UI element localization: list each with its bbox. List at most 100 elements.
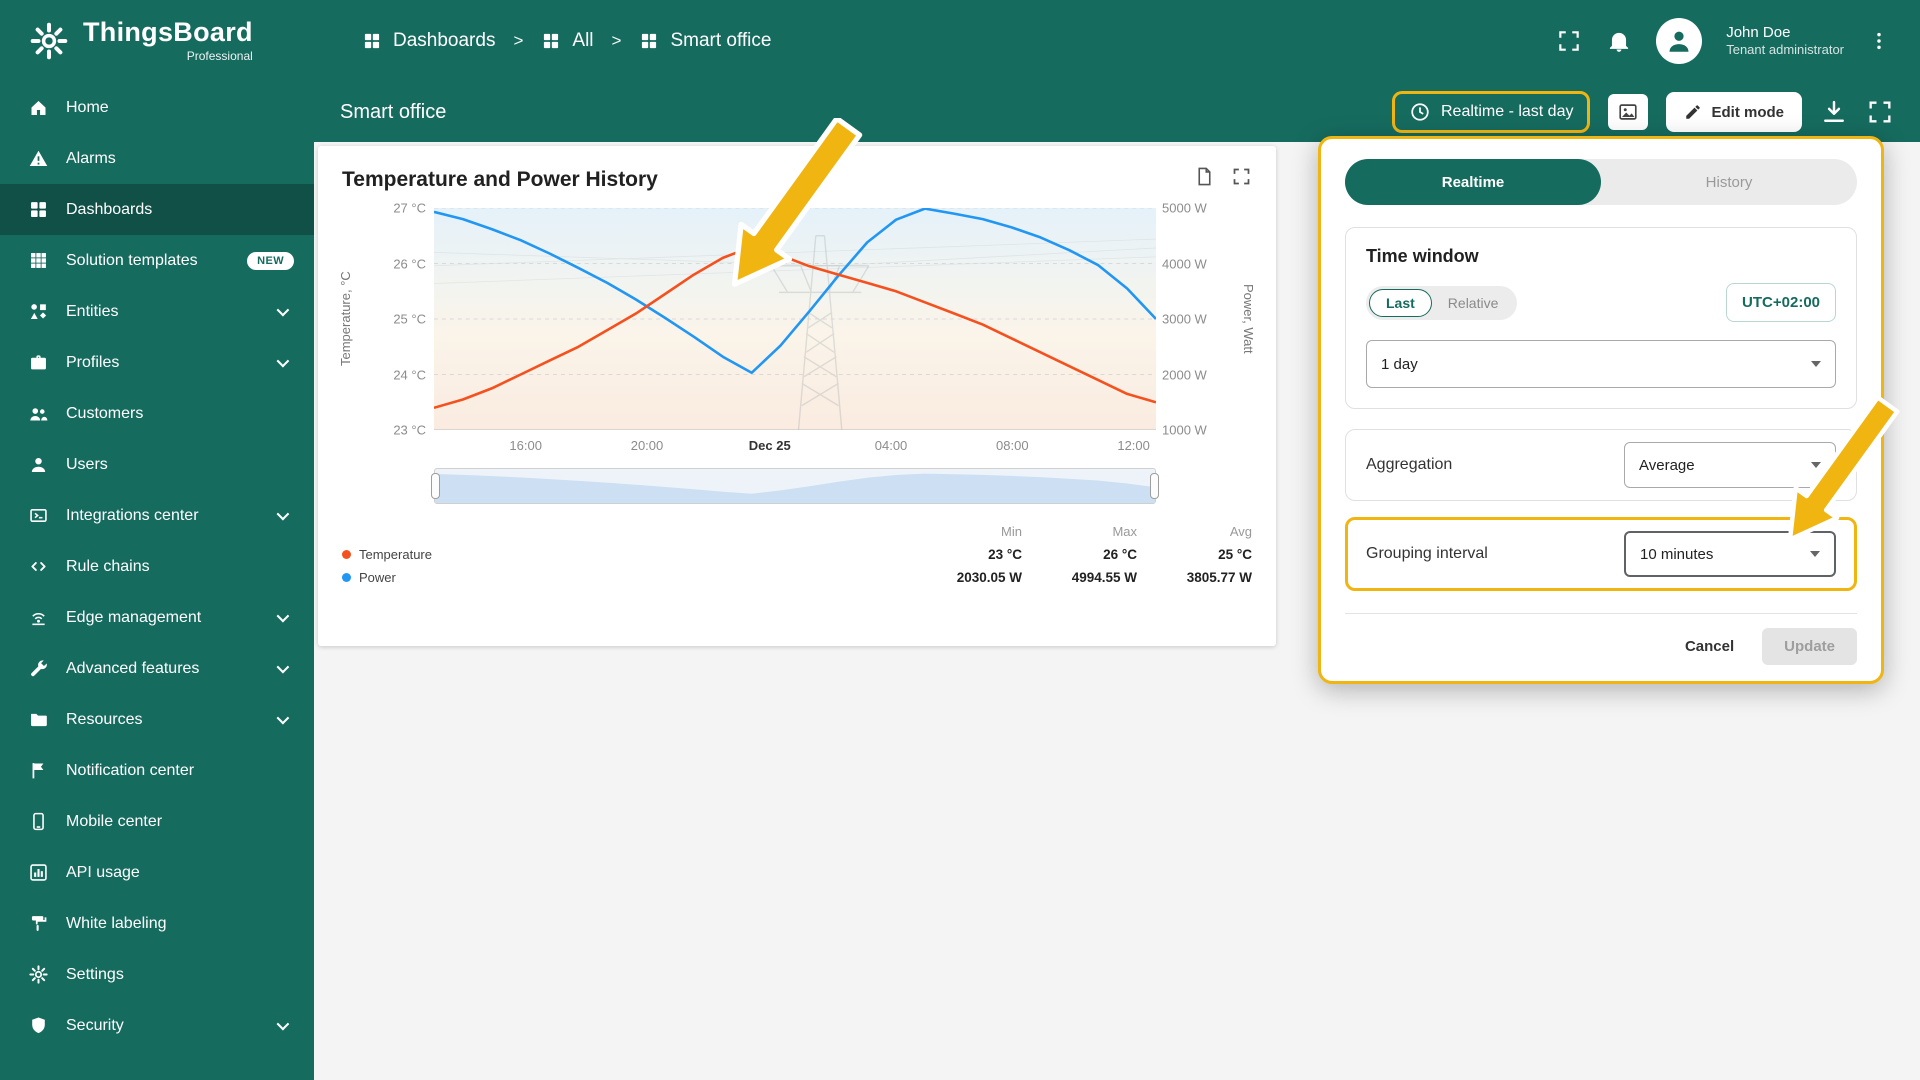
- sidebar-item-alarms[interactable]: Alarms: [0, 133, 314, 184]
- sidebar-item-home[interactable]: Home: [0, 82, 314, 133]
- edit-mode-label: Edit mode: [1711, 103, 1784, 121]
- sidebar-item-profiles[interactable]: Profiles: [0, 337, 314, 388]
- edge-management-icon: [28, 607, 49, 628]
- notifications-bell-icon[interactable]: [1606, 28, 1632, 54]
- toggle-relative[interactable]: Relative: [1432, 289, 1515, 317]
- sidebar-item-label: Home: [66, 98, 109, 116]
- toggle-last[interactable]: Last: [1369, 288, 1432, 317]
- aggregation-label: Aggregation: [1366, 456, 1453, 473]
- sidebar-item-resources[interactable]: Resources: [0, 694, 314, 745]
- sidebar-item-notification-center[interactable]: Notification center: [0, 745, 314, 796]
- tab-history[interactable]: History: [1601, 159, 1857, 205]
- breadcrumb-item-smart-office[interactable]: Smart office: [639, 30, 771, 52]
- range-handle-right[interactable]: [1150, 473, 1159, 499]
- power-avg-value: 3805.77 W: [1186, 570, 1252, 585]
- dashboard-image-button[interactable]: [1608, 94, 1649, 130]
- chevron-down-icon: [276, 609, 290, 623]
- integrations-icon: [28, 505, 49, 526]
- fullscreen-icon[interactable]: [1866, 98, 1894, 126]
- breadcrumb-item-dashboards[interactable]: Dashboards: [362, 30, 495, 52]
- api-usage-icon: [28, 862, 49, 883]
- breadcrumb-separator: >: [611, 31, 622, 50]
- clock-icon: [1409, 101, 1431, 123]
- temperature-max-value: 26 °C: [1103, 547, 1137, 562]
- chart-plot[interactable]: [434, 208, 1156, 430]
- sidebar-item-rule-chains[interactable]: Rule chains: [0, 541, 314, 592]
- legend-label: Power: [359, 570, 396, 585]
- white-labeling-icon: [28, 913, 49, 934]
- timewindow-tabs: Realtime History: [1345, 159, 1857, 205]
- sidebar-item-api-usage[interactable]: API usage: [0, 847, 314, 898]
- time-window-section: Time window Last Relative UTC+02:00 1 da…: [1345, 227, 1857, 409]
- breadcrumb-label: Smart office: [670, 30, 772, 51]
- entities-icon: [28, 301, 49, 322]
- alarm-icon: [28, 148, 49, 169]
- edit-mode-button[interactable]: Edit mode: [1666, 92, 1802, 132]
- cancel-button[interactable]: Cancel: [1667, 628, 1752, 665]
- sidebar-item-dashboards[interactable]: Dashboards: [0, 184, 314, 235]
- sidebar-item-white-labeling[interactable]: White labeling: [0, 898, 314, 949]
- home-icon: [28, 97, 49, 118]
- avatar[interactable]: [1656, 18, 1703, 64]
- aggregation-select[interactable]: Average: [1624, 442, 1836, 488]
- breadcrumb: Dashboards > All > Smart office: [362, 30, 771, 52]
- sidebar-item-solution-templates[interactable]: Solution templates NEW: [0, 235, 314, 286]
- power-min-value: 2030.05 W: [956, 570, 1022, 585]
- solution-templates-icon: [28, 250, 49, 271]
- chevron-down-icon: [276, 303, 290, 317]
- timewindow-panel: Realtime History Time window Last Relati…: [1318, 136, 1884, 684]
- user-name: John Doe: [1726, 23, 1791, 41]
- user-info[interactable]: John Doe Tenant administrator: [1726, 23, 1844, 59]
- sidebar-item-users[interactable]: Users: [0, 439, 314, 490]
- sidebar-item-customers[interactable]: Customers: [0, 388, 314, 439]
- logo-title: ThingsBoard: [83, 17, 253, 47]
- breadcrumb-item-all[interactable]: All: [541, 30, 594, 52]
- sidebar-item-security[interactable]: Security: [0, 1000, 314, 1051]
- time-window-title: Time window: [1366, 246, 1479, 266]
- sidebar-item-integrations-center[interactable]: Integrations center: [0, 490, 314, 541]
- timewindow-button[interactable]: Realtime - last day: [1391, 91, 1591, 133]
- export-file-icon[interactable]: [1194, 166, 1215, 187]
- notification-center-icon: [28, 760, 49, 781]
- timezone-button[interactable]: UTC+02:00: [1726, 283, 1836, 322]
- kebab-menu-icon[interactable]: [1868, 28, 1890, 54]
- fullscreen-icon[interactable]: [1556, 28, 1582, 54]
- sidebar-item-advanced-features[interactable]: Advanced features: [0, 643, 314, 694]
- app-logo[interactable]: ThingsBoard Professional: [0, 19, 300, 63]
- sidebar-item-label: Integrations center: [66, 506, 199, 524]
- sidebar-item-entities[interactable]: Entities: [0, 286, 314, 337]
- sidebar-item-label: API usage: [66, 863, 140, 881]
- chevron-down-icon: [276, 660, 290, 674]
- advanced-features-icon: [28, 658, 49, 679]
- sidebar-item-mobile-center[interactable]: Mobile center: [0, 796, 314, 847]
- sidebar-item-settings[interactable]: Settings: [0, 949, 314, 1000]
- interval-select[interactable]: 1 day: [1366, 340, 1836, 388]
- legend-item-temperature[interactable]: Temperature: [342, 547, 907, 562]
- y-axis-title-left: Temperature, °C: [338, 271, 353, 367]
- chevron-down-icon: [276, 507, 290, 521]
- pencil-icon: [1684, 103, 1702, 121]
- widget-fullscreen-icon[interactable]: [1231, 166, 1252, 187]
- tab-realtime[interactable]: Realtime: [1345, 159, 1601, 205]
- legend-table: Min Max Avg Temperature 23 °C 26 °C 25 °…: [342, 524, 1252, 585]
- sidebar-item-label: Users: [66, 455, 108, 473]
- update-button[interactable]: Update: [1762, 628, 1857, 665]
- legend-item-power[interactable]: Power: [342, 570, 907, 585]
- range-handle-left[interactable]: [431, 473, 440, 499]
- settings-gear-icon: [28, 964, 49, 985]
- chevron-down-icon: [1810, 551, 1820, 557]
- sidebar-item-label: Security: [66, 1016, 124, 1034]
- users-icon: [28, 454, 49, 475]
- range-selector-preview: [435, 473, 1155, 503]
- resources-icon: [28, 709, 49, 730]
- export-download-icon[interactable]: [1820, 98, 1848, 126]
- customers-icon: [28, 403, 49, 424]
- grouping-interval-select[interactable]: 10 minutes: [1624, 531, 1836, 577]
- sidebar-item-edge-management[interactable]: Edge management: [0, 592, 314, 643]
- last-relative-toggle: Last Relative: [1366, 285, 1518, 320]
- dashboards-icon: [28, 199, 49, 220]
- profiles-icon: [28, 352, 49, 373]
- image-icon: [1617, 101, 1639, 123]
- chart-range-selector[interactable]: [431, 468, 1159, 504]
- y-axis-ticks-right: 1000 W 2000 W 3000 W 4000 W 5000 W: [1162, 200, 1207, 438]
